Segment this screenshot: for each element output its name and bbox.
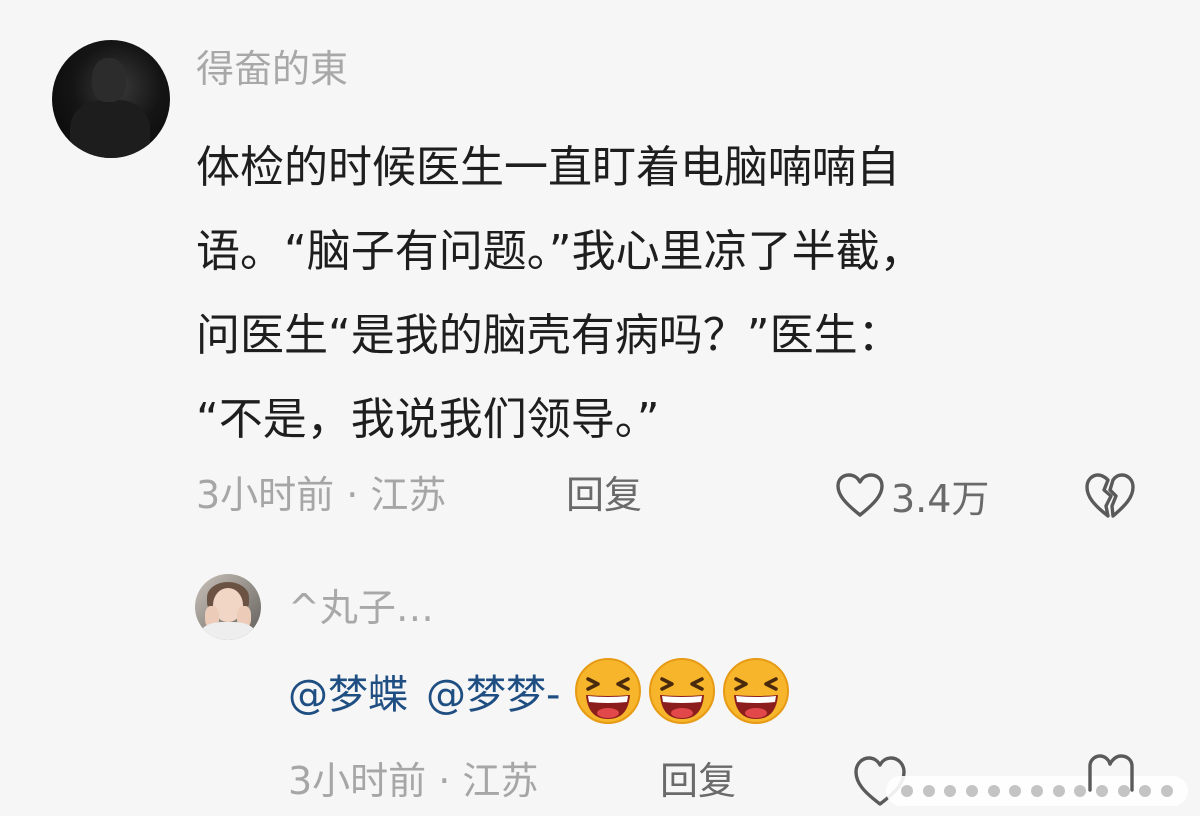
broken-heart-icon (1088, 754, 1134, 792)
replier-username[interactable]: ^丸子… (288, 586, 434, 630)
comment-line: 体检的时候医生一直盯着电脑喃喃自 (196, 142, 900, 193)
commenter-username[interactable]: 得奤的東 (196, 50, 348, 88)
dislike-button[interactable] (1084, 470, 1136, 520)
avatar-silhouette-body (70, 100, 150, 158)
comment-line: 问医生“是我的脑壳有病吗？”医生： (196, 310, 902, 361)
comment-line: “不是，我说我们领导。” (196, 394, 660, 445)
replier-avatar[interactable] (195, 574, 261, 640)
reply-text: @梦蝶 @梦梦- (288, 656, 796, 726)
watermark-overlay (886, 776, 1188, 806)
reply-button[interactable]: 回复 (566, 470, 642, 520)
laughing-emoji-icon (649, 658, 716, 724)
avatar-shirt (201, 622, 255, 640)
comment-thread: 得奤的東 体检的时候医生一直盯着电脑喃喃自 语。“脑子有问题。”我心里凉了半截，… (0, 0, 1200, 816)
laughing-emoji-icon (723, 658, 790, 724)
commenter-avatar[interactable] (52, 40, 170, 158)
heart-outline-icon (836, 473, 884, 517)
like-count: 3.4万 (891, 476, 990, 521)
reply-time-location: 3小时前 · 江苏 (288, 759, 539, 803)
comment-time-location: 3小时前 · 江苏 (196, 473, 447, 517)
avatar-silhouette-head (92, 58, 126, 102)
laughing-emoji-icon (575, 658, 642, 724)
reply-dislike-button[interactable] (1086, 752, 1136, 792)
like-button[interactable]: 3.4万 (835, 470, 990, 521)
mention-link[interactable]: @梦梦- (426, 662, 560, 720)
broken-heart-icon (1085, 473, 1135, 518)
comment-text: 体检的时候医生一直盯着电脑喃喃自 语。“脑子有问题。”我心里凉了半截， 问医生“… (196, 126, 1106, 462)
reply-button[interactable]: 回复 (660, 756, 736, 806)
mention-link[interactable]: @梦蝶 (288, 662, 408, 720)
comment-line: 语。“脑子有问题。”我心里凉了半截， (196, 226, 924, 277)
